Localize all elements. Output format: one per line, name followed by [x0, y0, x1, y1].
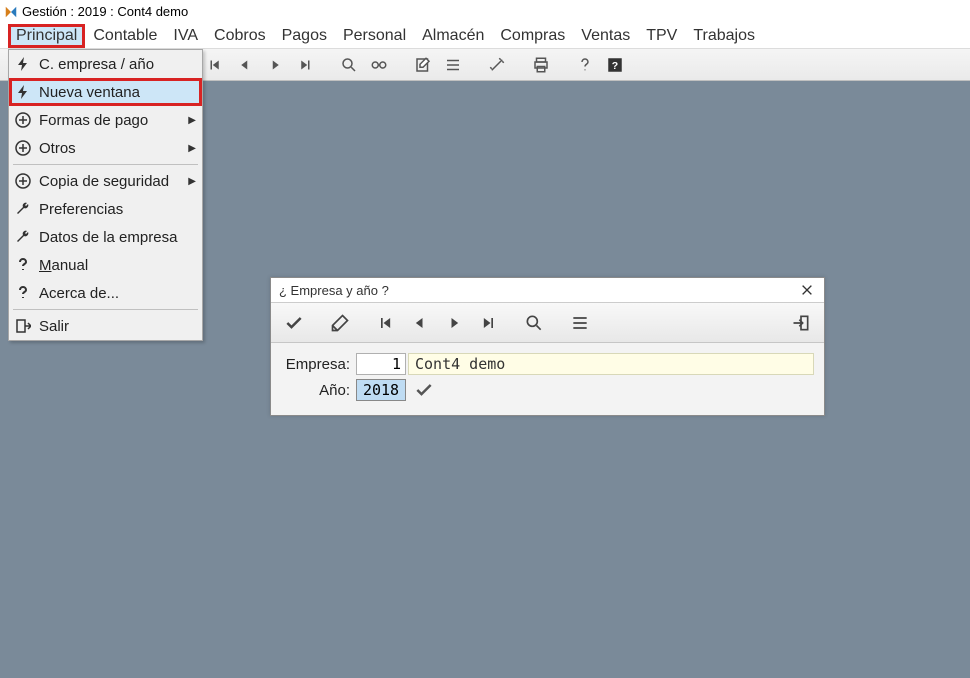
menu-iva[interactable]: IVA: [165, 25, 206, 47]
exit-icon: [15, 318, 31, 334]
menu-otros[interactable]: Otros ▶: [9, 134, 202, 162]
menu-personal[interactable]: Personal: [335, 25, 414, 47]
exit-dialog-icon[interactable]: [784, 307, 818, 339]
wand-icon[interactable]: [482, 51, 512, 79]
last-icon[interactable]: [290, 51, 320, 79]
search-icon[interactable]: [334, 51, 364, 79]
dd-label: C. empresa / año: [39, 56, 154, 73]
last-icon[interactable]: [471, 307, 505, 339]
window-title: Gestión : 2019 : Cont4 demo: [22, 4, 188, 19]
dialog-title: ¿ Empresa y año ?: [279, 283, 389, 298]
menu-contable[interactable]: Contable: [85, 25, 165, 47]
first-icon[interactable]: [369, 307, 403, 339]
question-icon: [15, 257, 31, 273]
empresa-input[interactable]: [356, 353, 406, 375]
search-icon[interactable]: [517, 307, 551, 339]
dd-label: Manual: [39, 257, 88, 274]
menu-separator: [13, 309, 198, 310]
wrench-icon: [15, 201, 31, 217]
dd-label: Otros: [39, 140, 76, 157]
list-icon[interactable]: [438, 51, 468, 79]
dd-label: Datos de la empresa: [39, 229, 177, 246]
next-icon[interactable]: [260, 51, 290, 79]
empresa-label: Empresa:: [281, 356, 356, 373]
menu-preferencias[interactable]: Preferencias: [9, 195, 202, 223]
menu-almacen[interactable]: Almacén: [414, 25, 492, 47]
dd-label: Salir: [39, 318, 69, 335]
menu-cambio-empresa[interactable]: C. empresa / año: [9, 50, 202, 78]
menu-principal[interactable]: Principal: [8, 24, 85, 48]
dd-label: Copia de seguridad: [39, 173, 169, 190]
menu-cobros[interactable]: Cobros: [206, 25, 274, 47]
empresa-ano-dialog: ¿ Empresa y año ? Empresa: Cont4 demo Añ…: [270, 277, 825, 416]
empresa-name-display: Cont4 demo: [408, 353, 814, 375]
next-icon[interactable]: [437, 307, 471, 339]
prev-icon[interactable]: [230, 51, 260, 79]
submenu-arrow-icon: ▶: [188, 143, 196, 154]
first-icon[interactable]: [200, 51, 230, 79]
menu-copia-seguridad[interactable]: Copia de seguridad ▶: [9, 167, 202, 195]
dd-label: Preferencias: [39, 201, 123, 218]
wrench-icon: [15, 229, 31, 245]
menu-pagos[interactable]: Pagos: [274, 25, 335, 47]
plus-circle-icon: [15, 112, 31, 128]
accept-icon[interactable]: [277, 307, 311, 339]
menu-separator: [13, 164, 198, 165]
menu-acerca[interactable]: Acerca de...: [9, 279, 202, 307]
menu-trabajos[interactable]: Trabajos: [685, 25, 763, 47]
submenu-arrow-icon: ▶: [188, 176, 196, 187]
dialog-toolbar: [271, 303, 824, 343]
menu-manual[interactable]: Manual: [9, 251, 202, 279]
submenu-arrow-icon: ▶: [188, 115, 196, 126]
list-icon[interactable]: [563, 307, 597, 339]
eraser-icon[interactable]: [323, 307, 357, 339]
menu-nueva-ventana[interactable]: Nueva ventana: [9, 78, 202, 106]
prev-icon[interactable]: [403, 307, 437, 339]
dialog-body: Empresa: Cont4 demo Año:: [271, 343, 824, 415]
dialog-titlebar: ¿ Empresa y año ?: [271, 278, 824, 303]
bolt-icon: [15, 84, 31, 100]
ano-label: Año:: [281, 382, 356, 399]
titlebar: Gestión : 2019 : Cont4 demo: [0, 0, 970, 23]
menu-datos-empresa[interactable]: Datos de la empresa: [9, 223, 202, 251]
svg-text:?: ?: [612, 59, 618, 71]
plus-circle-icon: [15, 140, 31, 156]
app-logo-icon: [4, 5, 18, 19]
ano-input[interactable]: [356, 379, 406, 401]
menu-formas-pago[interactable]: Formas de pago ▶: [9, 106, 202, 134]
dd-label: Formas de pago: [39, 112, 148, 129]
edit-icon[interactable]: [408, 51, 438, 79]
glasses-icon[interactable]: [364, 51, 394, 79]
menu-ventas[interactable]: Ventas: [573, 25, 638, 47]
help-icon[interactable]: [570, 51, 600, 79]
print-icon[interactable]: [526, 51, 556, 79]
principal-dropdown: C. empresa / año Nueva ventana Formas de…: [8, 49, 203, 341]
menu-salir[interactable]: Salir: [9, 312, 202, 340]
plus-circle-icon: [15, 173, 31, 189]
bolt-icon: [15, 56, 31, 72]
confirm-year-icon[interactable]: [414, 380, 434, 400]
close-icon[interactable]: [798, 281, 816, 299]
menubar: Principal Contable IVA Cobros Pagos Pers…: [0, 23, 970, 49]
question-icon: [15, 285, 31, 301]
menu-tpv[interactable]: TPV: [638, 25, 685, 47]
menu-compras[interactable]: Compras: [492, 25, 573, 47]
context-help-icon[interactable]: ?: [600, 51, 630, 79]
dd-label: Acerca de...: [39, 285, 119, 302]
dd-label: Nueva ventana: [39, 84, 140, 101]
